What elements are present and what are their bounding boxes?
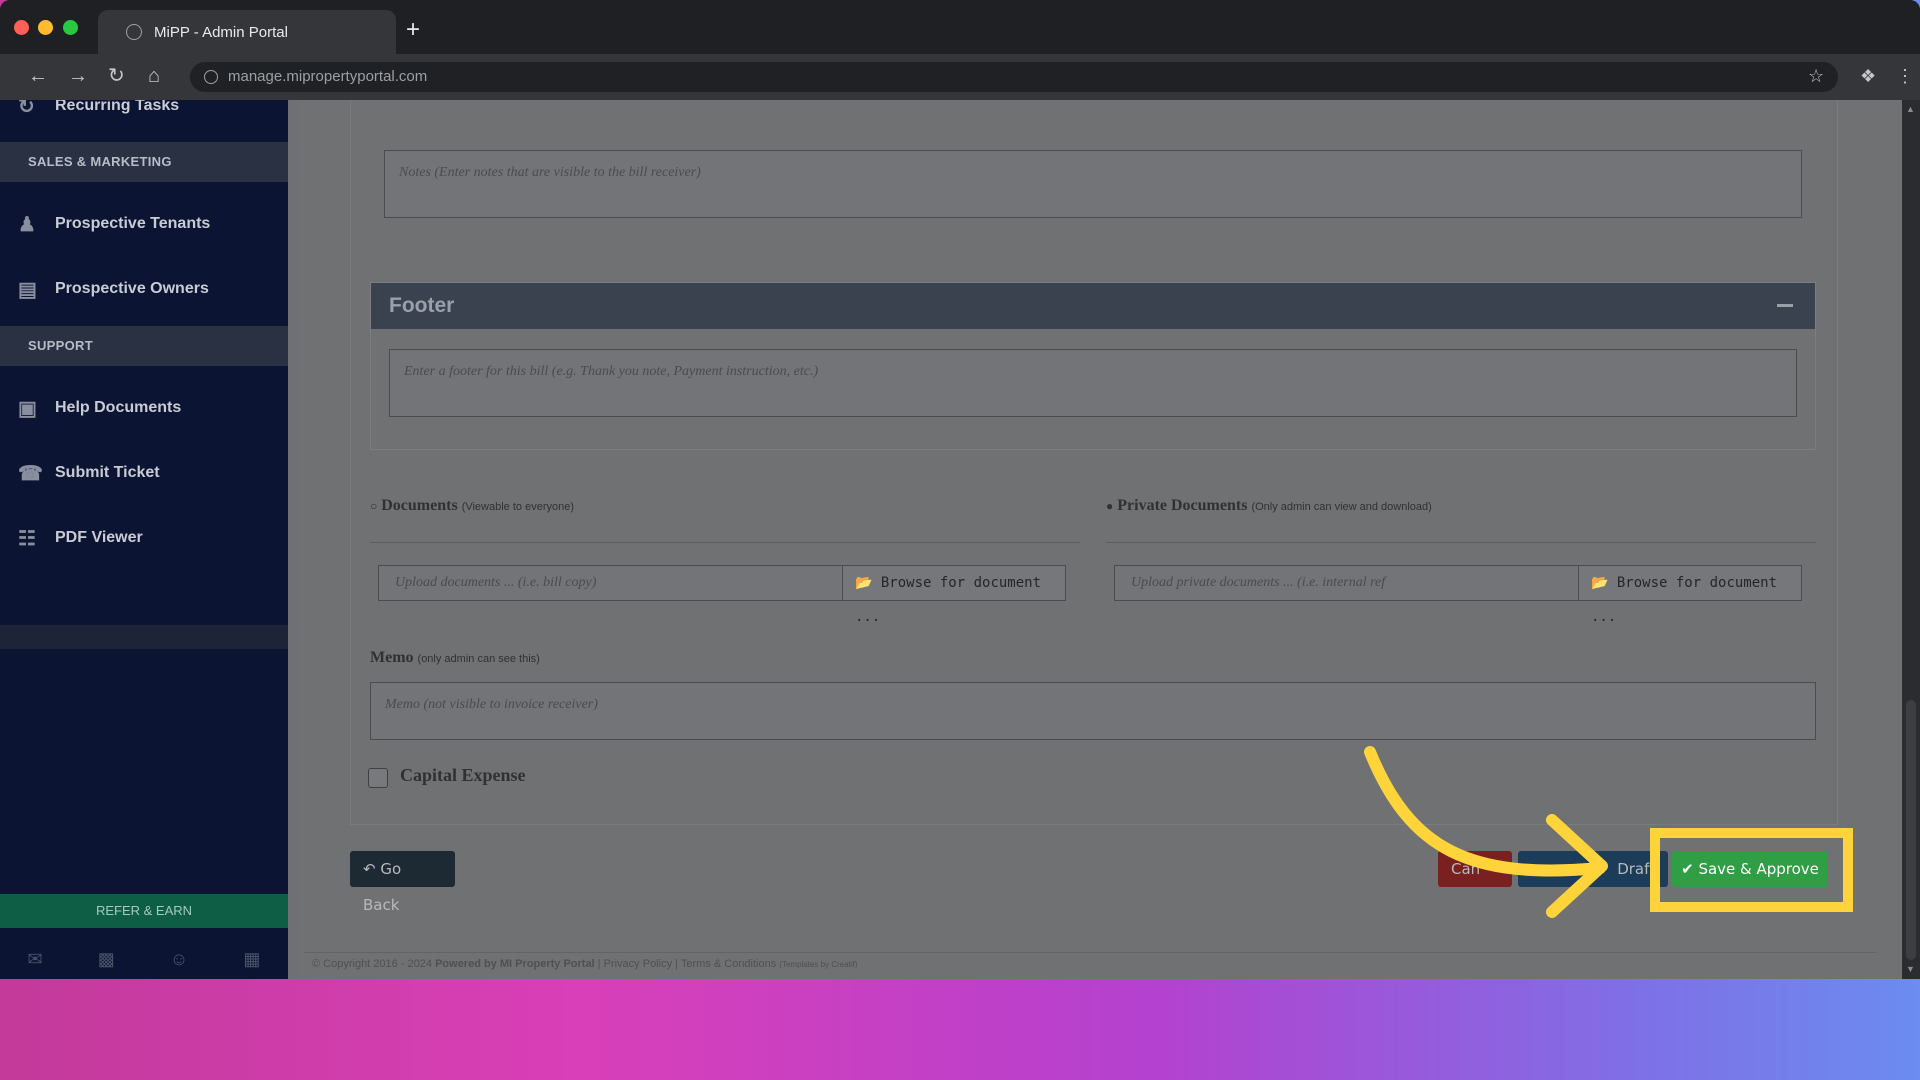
sidebar-item-recurring-tasks[interactable]: ↻ Recurring Tasks: [0, 100, 288, 126]
calculator-icon[interactable]: ▦: [243, 949, 260, 970]
private-documents-hint: (Only admin can view and download): [1251, 501, 1432, 513]
id-card-icon: ▤: [18, 278, 37, 301]
cancel-button[interactable]: Can: [1438, 851, 1512, 887]
memo-hint: (only admin can see this): [417, 653, 540, 665]
scroll-up-icon[interactable]: ▲: [1906, 104, 1915, 114]
browser-window: MiPP - Admin Portal + ← → ↻ ⌂ manage.mip…: [0, 0, 1920, 979]
mail-icon[interactable]: ✉: [28, 949, 43, 970]
new-tab-button[interactable]: +: [406, 18, 420, 42]
sidebar-footer-icons: ✉ ▩ ☺ ▦: [0, 940, 288, 979]
user-icon[interactable]: ☺: [170, 949, 188, 970]
footer-panel-header: Footer: [371, 283, 1815, 329]
sidebar-divider: [0, 625, 288, 649]
save-approve-label: Save & Approve: [1698, 860, 1819, 878]
address-bar[interactable]: manage.mipropertyportal.com: [190, 62, 1838, 92]
headset-icon: ☎: [18, 462, 43, 485]
home-icon[interactable]: ⌂: [148, 63, 160, 89]
templates-credit: (Templates by Creatif): [779, 960, 858, 969]
briefcase-icon[interactable]: ▩: [98, 949, 115, 970]
globe-icon: [126, 24, 142, 40]
sidebar-item-label: PDF Viewer: [55, 529, 143, 546]
footer-divider: [304, 952, 1876, 953]
powered-by-link[interactable]: Powered by MI Property Portal: [435, 958, 595, 970]
browse-private-documents-button[interactable]: 📂 Browse for document ...: [1578, 565, 1802, 625]
browser-menu-icon[interactable]: ⋮: [1896, 65, 1914, 87]
browser-tab[interactable]: MiPP - Admin Portal: [98, 10, 396, 54]
documents-label: ○ Documents (Viewable to everyone): [370, 497, 574, 515]
documents-upload-input[interactable]: Upload documents ... (i.e. bill copy): [378, 565, 844, 601]
footer-placeholder: Enter a footer for this bill (e.g. Thank…: [404, 364, 819, 379]
folder-open-icon: 📂: [855, 575, 873, 591]
sidebar-item-label: Prospective Owners: [55, 280, 209, 297]
unlock-icon: ○: [370, 499, 378, 513]
privacy-policy-link[interactable]: Privacy Policy: [604, 958, 672, 970]
collapse-minus-icon[interactable]: [1777, 304, 1793, 307]
browser-toolbar: ← → ↻ ⌂ manage.mipropertyportal.com ☆ ❖ …: [0, 54, 1920, 100]
title-bar: MiPP - Admin Portal +: [0, 0, 1920, 54]
private-documents-upload-input[interactable]: Upload private documents ... (i.e. inter…: [1114, 565, 1580, 601]
scrollbar-thumb[interactable]: [1906, 700, 1916, 960]
footer-title: Footer: [389, 294, 455, 317]
reply-arrow-icon: ↶: [363, 860, 376, 878]
sidebar: ↻ Recurring Tasks SALES & MARKETING ♟ Pr…: [0, 100, 288, 979]
go-back-button[interactable]: ↶ Go Back: [350, 851, 455, 914]
sidebar-item-help-documents[interactable]: ▣ Help Documents: [0, 388, 288, 428]
memo-label: Memo (only admin can see this): [370, 649, 540, 667]
save-draft-button[interactable]: Draft: [1518, 851, 1668, 887]
private-documents-divider: [1106, 542, 1816, 543]
reload-icon[interactable]: ↻: [108, 63, 125, 89]
capital-expense-label: Capital Expense: [400, 765, 526, 785]
footer-panel: Footer Enter a footer for this bill (e.g…: [370, 282, 1816, 450]
page-viewport: ↻ Recurring Tasks SALES & MARKETING ♟ Pr…: [0, 100, 1920, 979]
sidebar-section-support: SUPPORT: [0, 326, 288, 366]
memo-textarea[interactable]: Memo (not visible to invoice receiver): [370, 682, 1816, 740]
sidebar-item-label: Submit Ticket: [55, 464, 160, 481]
extensions-puzzle-icon[interactable]: ❖: [1860, 65, 1876, 87]
memo-label-text: Memo: [370, 649, 414, 666]
minimize-window-button[interactable]: [38, 20, 53, 35]
tab-title: MiPP - Admin Portal: [154, 23, 288, 41]
documents-divider: [370, 542, 1080, 543]
sidebar-item-prospective-tenants[interactable]: ♟ Prospective Tenants: [0, 204, 288, 244]
close-window-button[interactable]: [14, 20, 29, 35]
maximize-window-button[interactable]: [63, 20, 78, 35]
refer-earn-button[interactable]: REFER & EARN: [0, 894, 288, 928]
scroll-down-icon[interactable]: ▼: [1906, 964, 1915, 974]
page-scrollbar[interactable]: ▲ ▼: [1902, 100, 1920, 979]
check-circle-icon: ✔: [1681, 860, 1694, 878]
sidebar-item-prospective-owners[interactable]: ▤ Prospective Owners: [0, 269, 288, 309]
bookmark-star-icon[interactable]: ☆: [1808, 65, 1824, 87]
sidebar-item-pdf-viewer[interactable]: ☷ PDF Viewer: [0, 518, 288, 558]
documents-hint: (Viewable to everyone): [461, 501, 574, 513]
save-approve-button[interactable]: ✔ Save & Approve: [1672, 851, 1828, 887]
browse-documents-button[interactable]: 📂 Browse for document ...: [842, 565, 1066, 625]
private-documents-label: ● Private Documents (Only admin can view…: [1106, 497, 1432, 515]
book-icon: ▣: [18, 397, 37, 420]
sidebar-item-label: Help Documents: [55, 399, 182, 416]
sidebar-section-sales: SALES & MARKETING: [0, 142, 288, 182]
copyright-text: © Copyright 2016 - 2024: [312, 958, 433, 970]
footer-textarea[interactable]: Enter a footer for this bill (e.g. Thank…: [389, 349, 1797, 417]
capital-expense-checkbox[interactable]: [368, 768, 388, 788]
forward-arrow-icon[interactable]: →: [68, 63, 88, 89]
terms-link[interactable]: Terms & Conditions: [681, 958, 776, 970]
users-icon: ♟: [18, 213, 36, 236]
lock-icon: ●: [1106, 499, 1114, 513]
notes-textarea[interactable]: Notes (Enter notes that are visible to t…: [384, 150, 1802, 218]
pdf-file-icon: ☷: [18, 527, 36, 550]
site-info-icon[interactable]: [204, 70, 218, 84]
memo-placeholder: Memo (not visible to invoice receiver): [385, 697, 598, 712]
sidebar-item-label: Prospective Tenants: [55, 215, 211, 232]
copyright-footer: © Copyright 2016 - 2024 Powered by MI Pr…: [312, 958, 858, 970]
back-arrow-icon[interactable]: ←: [28, 63, 48, 89]
recurring-icon: ↻: [18, 100, 35, 118]
folder-open-icon: 📂: [1591, 575, 1609, 591]
notes-placeholder: Notes (Enter notes that are visible to t…: [399, 165, 701, 180]
sidebar-item-label: Recurring Tasks: [55, 100, 180, 114]
url-text: manage.mipropertyportal.com: [228, 68, 428, 85]
sidebar-item-submit-ticket[interactable]: ☎ Submit Ticket: [0, 453, 288, 493]
private-documents-label-text: Private Documents: [1117, 497, 1248, 514]
documents-label-text: Documents: [381, 497, 458, 514]
